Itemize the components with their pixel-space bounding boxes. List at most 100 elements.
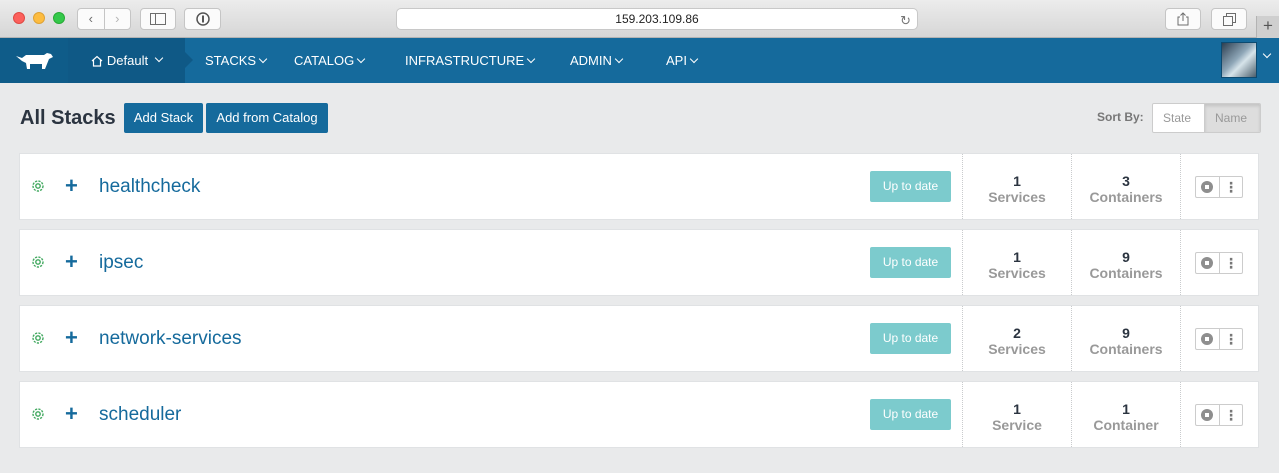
chevron-down-icon bbox=[689, 54, 699, 64]
expand-plus-icon[interactable]: + bbox=[65, 173, 78, 199]
stack-actions: ⋮ bbox=[1195, 404, 1243, 426]
health-gear-icon bbox=[32, 332, 44, 344]
containers-count: 3 bbox=[1122, 173, 1130, 189]
nav-api[interactable]: API bbox=[666, 38, 699, 83]
home-icon bbox=[91, 55, 103, 67]
more-actions-icon[interactable]: ⋮ bbox=[1218, 329, 1242, 349]
browser-toolbar: ‹ › 159.203.109.86 ↻ + bbox=[0, 0, 1279, 38]
share-button[interactable] bbox=[1165, 8, 1201, 30]
services-unit: Services bbox=[988, 189, 1046, 205]
stop-icon bbox=[1201, 333, 1214, 345]
containers-count-cell: 1 Container bbox=[1071, 382, 1180, 447]
services-count-cell: 1 Services bbox=[962, 154, 1071, 219]
environment-name: Default bbox=[106, 53, 149, 68]
services-count: 1 bbox=[1013, 173, 1021, 189]
services-count: 1 bbox=[1013, 401, 1021, 417]
minimize-window-button[interactable] bbox=[33, 12, 45, 24]
containers-count: 1 bbox=[1122, 401, 1130, 417]
actions-cell: ⋮ bbox=[1180, 306, 1258, 371]
sidebar-toggle-button[interactable] bbox=[140, 8, 176, 30]
more-actions-icon[interactable]: ⋮ bbox=[1218, 405, 1242, 425]
zoom-window-button[interactable] bbox=[53, 12, 65, 24]
stack-name-link[interactable]: network-services bbox=[99, 328, 242, 350]
user-avatar[interactable] bbox=[1221, 42, 1257, 78]
stop-button[interactable] bbox=[1196, 177, 1219, 197]
health-gear-icon bbox=[32, 408, 44, 420]
sort-state-button[interactable]: State bbox=[1153, 104, 1204, 132]
status-badge: Up to date bbox=[870, 171, 951, 202]
actions-cell: ⋮ bbox=[1180, 382, 1258, 447]
user-menu-chevron-icon[interactable] bbox=[1262, 49, 1272, 59]
status-badge: Up to date bbox=[870, 399, 951, 430]
close-window-button[interactable] bbox=[13, 12, 25, 24]
share-icon bbox=[1177, 12, 1189, 26]
containers-count: 9 bbox=[1122, 249, 1130, 265]
stop-button[interactable] bbox=[1196, 405, 1219, 425]
health-gear-icon bbox=[32, 180, 44, 192]
more-actions-icon[interactable]: ⋮ bbox=[1218, 253, 1242, 273]
services-count: 2 bbox=[1013, 325, 1021, 341]
tabs-icon bbox=[1222, 12, 1236, 26]
more-actions-icon[interactable]: ⋮ bbox=[1218, 177, 1242, 197]
services-unit: Services bbox=[988, 341, 1046, 357]
reload-icon[interactable]: ↻ bbox=[900, 11, 911, 31]
chevron-down-icon bbox=[154, 53, 164, 62]
history-nav: ‹ › bbox=[77, 8, 131, 30]
stop-icon bbox=[1201, 181, 1214, 193]
rancher-logo[interactable] bbox=[0, 38, 68, 83]
page-title: All Stacks bbox=[20, 107, 116, 129]
services-count: 1 bbox=[1013, 249, 1021, 265]
stop-button[interactable] bbox=[1196, 329, 1219, 349]
expand-plus-icon[interactable]: + bbox=[65, 249, 78, 275]
stack-name-link[interactable]: ipsec bbox=[99, 252, 143, 274]
environment-switcher[interactable]: Default bbox=[68, 38, 193, 83]
forward-button[interactable]: › bbox=[103, 9, 131, 29]
show-tabs-button[interactable] bbox=[1211, 8, 1247, 30]
stack-row: + ipsec Up to date 1 Services 9 Containe… bbox=[19, 229, 1259, 296]
sort-by-label: Sort By: bbox=[1097, 110, 1144, 124]
back-button[interactable]: ‹ bbox=[78, 9, 104, 29]
health-gear-icon bbox=[32, 256, 44, 268]
stack-actions: ⋮ bbox=[1195, 328, 1243, 350]
services-unit: Services bbox=[988, 265, 1046, 281]
nav-catalog[interactable]: CATALOG bbox=[294, 38, 366, 83]
nav-stacks[interactable]: STACKS bbox=[205, 38, 268, 83]
services-count-cell: 1 Service bbox=[962, 382, 1071, 447]
stack-row: + healthcheck Up to date 1 Services 3 Co… bbox=[19, 153, 1259, 220]
stack-row: + scheduler Up to date 1 Service 1 Conta… bbox=[19, 381, 1259, 448]
address-bar[interactable]: 159.203.109.86 ↻ bbox=[396, 8, 918, 30]
stack-name-link[interactable]: scheduler bbox=[99, 404, 181, 426]
nav-api-label: API bbox=[666, 53, 687, 68]
expand-plus-icon[interactable]: + bbox=[65, 401, 78, 427]
chevron-down-icon bbox=[356, 54, 366, 64]
sort-name-button[interactable]: Name bbox=[1204, 104, 1260, 132]
stop-icon bbox=[1201, 257, 1214, 269]
expand-plus-icon[interactable]: + bbox=[65, 325, 78, 351]
nav-admin-label: ADMIN bbox=[570, 53, 612, 68]
chevron-down-icon bbox=[258, 54, 268, 64]
app-navbar: Default STACKS CATALOG INFRASTRUCTURE AD… bbox=[0, 38, 1279, 83]
actions-cell: ⋮ bbox=[1180, 230, 1258, 295]
containers-count-cell: 9 Containers bbox=[1071, 306, 1180, 371]
services-unit: Service bbox=[992, 417, 1042, 433]
containers-count-cell: 3 Containers bbox=[1071, 154, 1180, 219]
add-stack-button[interactable]: Add Stack bbox=[124, 103, 203, 133]
stop-button[interactable] bbox=[1196, 253, 1219, 273]
services-count-cell: 2 Services bbox=[962, 306, 1071, 371]
containers-unit: Containers bbox=[1089, 265, 1163, 281]
sort-toggle: State Name bbox=[1152, 103, 1261, 133]
sidebar-icon bbox=[150, 13, 166, 25]
containers-unit: Container bbox=[1093, 417, 1159, 433]
nav-admin[interactable]: ADMIN bbox=[570, 38, 624, 83]
stack-name-link[interactable]: healthcheck bbox=[99, 176, 200, 198]
nav-infrastructure[interactable]: INFRASTRUCTURE bbox=[405, 38, 536, 83]
containers-unit: Containers bbox=[1089, 341, 1163, 357]
nav-stacks-label: STACKS bbox=[205, 53, 257, 68]
rancher-cow-icon bbox=[16, 52, 53, 69]
stack-actions: ⋮ bbox=[1195, 176, 1243, 198]
password-button[interactable] bbox=[184, 8, 221, 30]
add-from-catalog-button[interactable]: Add from Catalog bbox=[206, 103, 328, 133]
stack-actions: ⋮ bbox=[1195, 252, 1243, 274]
status-badge: Up to date bbox=[870, 247, 951, 278]
new-tab-button[interactable]: + bbox=[1256, 16, 1279, 38]
